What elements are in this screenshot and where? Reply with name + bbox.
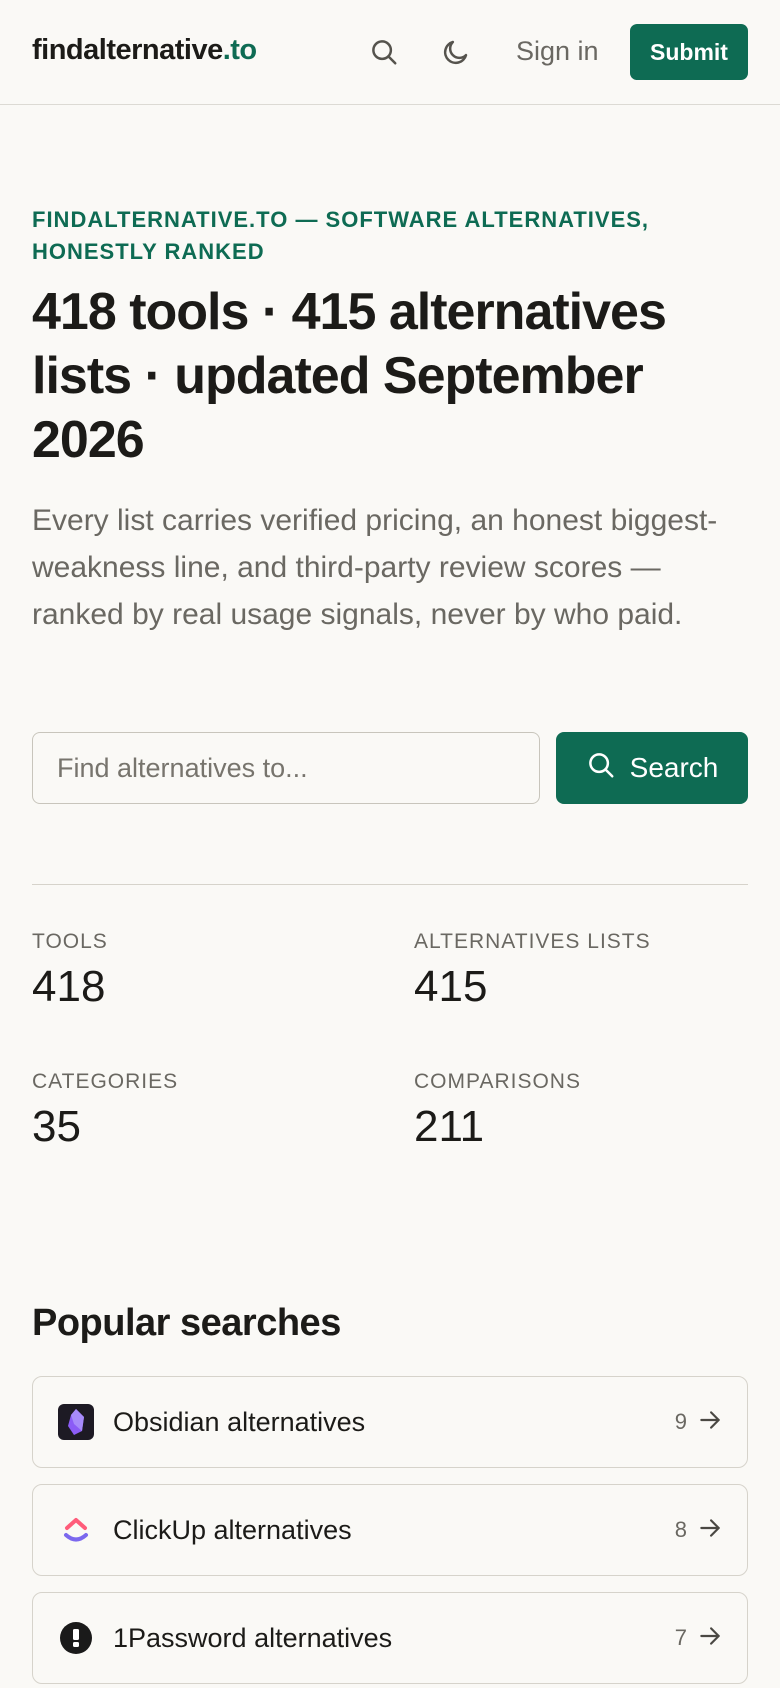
- stat-value: 211: [414, 1102, 485, 1151]
- popular-item-1password[interactable]: 1Password alternatives 7: [32, 1592, 748, 1684]
- 1password-logo-icon: [57, 1619, 95, 1657]
- stat-label: Alternatives lists: [414, 930, 651, 953]
- hero-eyebrow: findalternative.to — software alternativ…: [32, 207, 650, 264]
- stat-comparisons: Comparisons 211: [414, 1070, 754, 1152]
- list-item-count: 9: [674, 1409, 687, 1434]
- popular-item-clickup[interactable]: ClickUp alternatives 8: [32, 1484, 748, 1576]
- stat-value: 415: [414, 962, 488, 1011]
- sign-in-link[interactable]: Sign in: [516, 36, 599, 67]
- search-button[interactable]: Search: [556, 732, 748, 804]
- list-item-count: 8: [674, 1517, 687, 1542]
- stat-value: 35: [32, 1102, 81, 1151]
- stat-label: Comparisons: [414, 1070, 581, 1093]
- section-divider: [32, 884, 748, 885]
- list-item-name: Obsidian alternatives: [113, 1406, 366, 1437]
- logo-name: findalternative: [32, 34, 223, 66]
- stat-label: Categories: [32, 1070, 179, 1093]
- obsidian-logo-icon: [57, 1403, 95, 1441]
- submit-button[interactable]: Submit: [630, 24, 748, 80]
- popular-searches-title: Popular searches: [32, 1302, 341, 1344]
- stat-tools: Tools 418: [32, 930, 372, 1012]
- site-logo[interactable]: findalternative.to: [32, 34, 257, 67]
- search-icon[interactable]: [364, 32, 404, 72]
- hero-subtext: Every list carries verified pricing, an …: [32, 504, 718, 631]
- clickup-logo-icon: [57, 1511, 95, 1549]
- arrow-right-icon: [697, 1623, 723, 1654]
- stat-alternatives-lists: Alternatives lists 415: [414, 930, 754, 1012]
- list-item-name: ClickUp alternatives: [113, 1514, 352, 1545]
- arrow-right-icon: [697, 1407, 723, 1438]
- list-item-name: 1Password alternatives: [113, 1622, 393, 1653]
- stat-categories: Categories 35: [32, 1070, 372, 1152]
- logo-tld: .to: [222, 34, 257, 66]
- stat-value: 418: [32, 962, 106, 1011]
- search-button-label: Search: [629, 752, 719, 783]
- list-item-count: 7: [674, 1625, 687, 1650]
- hero-headline: 418 tools · 415 alternatives lists · upd…: [32, 283, 667, 469]
- dark-mode-moon-icon[interactable]: [436, 32, 476, 72]
- search-input[interactable]: [32, 732, 540, 804]
- arrow-right-icon: [697, 1515, 723, 1546]
- stat-label: Tools: [32, 930, 108, 953]
- popular-item-obsidian[interactable]: Obsidian alternatives 9: [32, 1376, 748, 1468]
- search-button-icon: [586, 750, 616, 787]
- top-nav: findalternative.to Sign in Submit: [0, 0, 780, 105]
